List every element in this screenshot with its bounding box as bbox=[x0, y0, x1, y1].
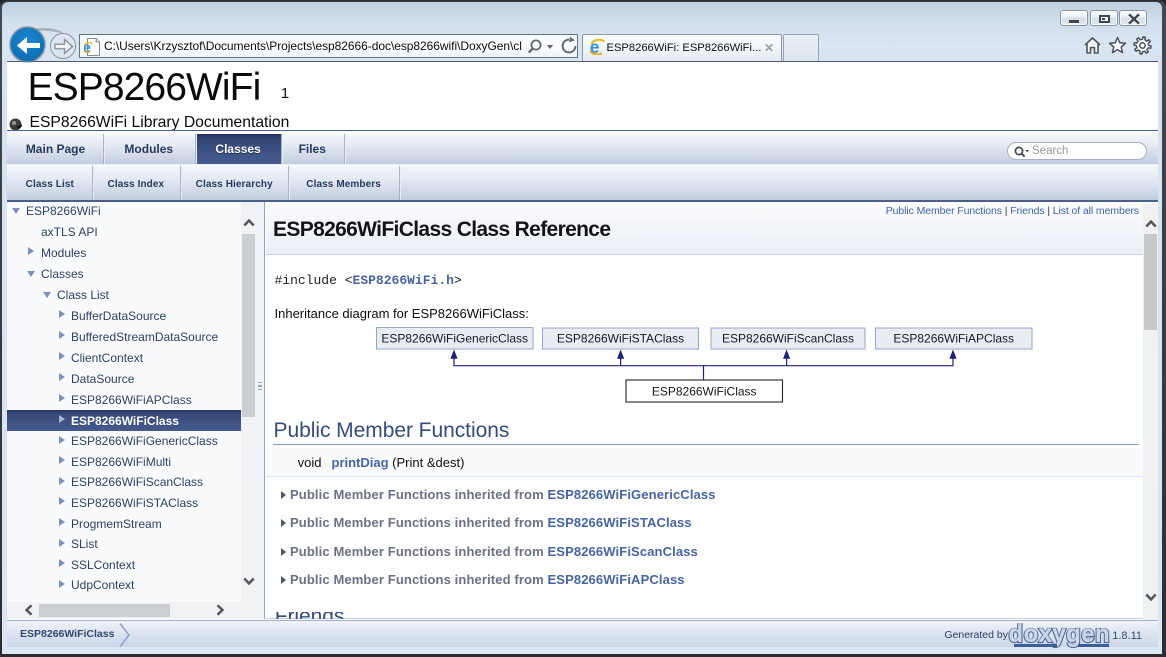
svg-text:ESP8266WiFiScanClass: ESP8266WiFiScanClass bbox=[722, 332, 854, 346]
svg-text:ESP8266WiFiClass: ESP8266WiFiClass bbox=[652, 385, 757, 399]
svg-text:ESP8266WiFiGenericClass: ESP8266WiFiGenericClass bbox=[381, 332, 528, 346]
svg-text:ESP8266WiFiSTAClass: ESP8266WiFiSTAClass bbox=[557, 332, 684, 346]
svg-text:ESP8266WiFiAPClass: ESP8266WiFiAPClass bbox=[893, 332, 1014, 346]
